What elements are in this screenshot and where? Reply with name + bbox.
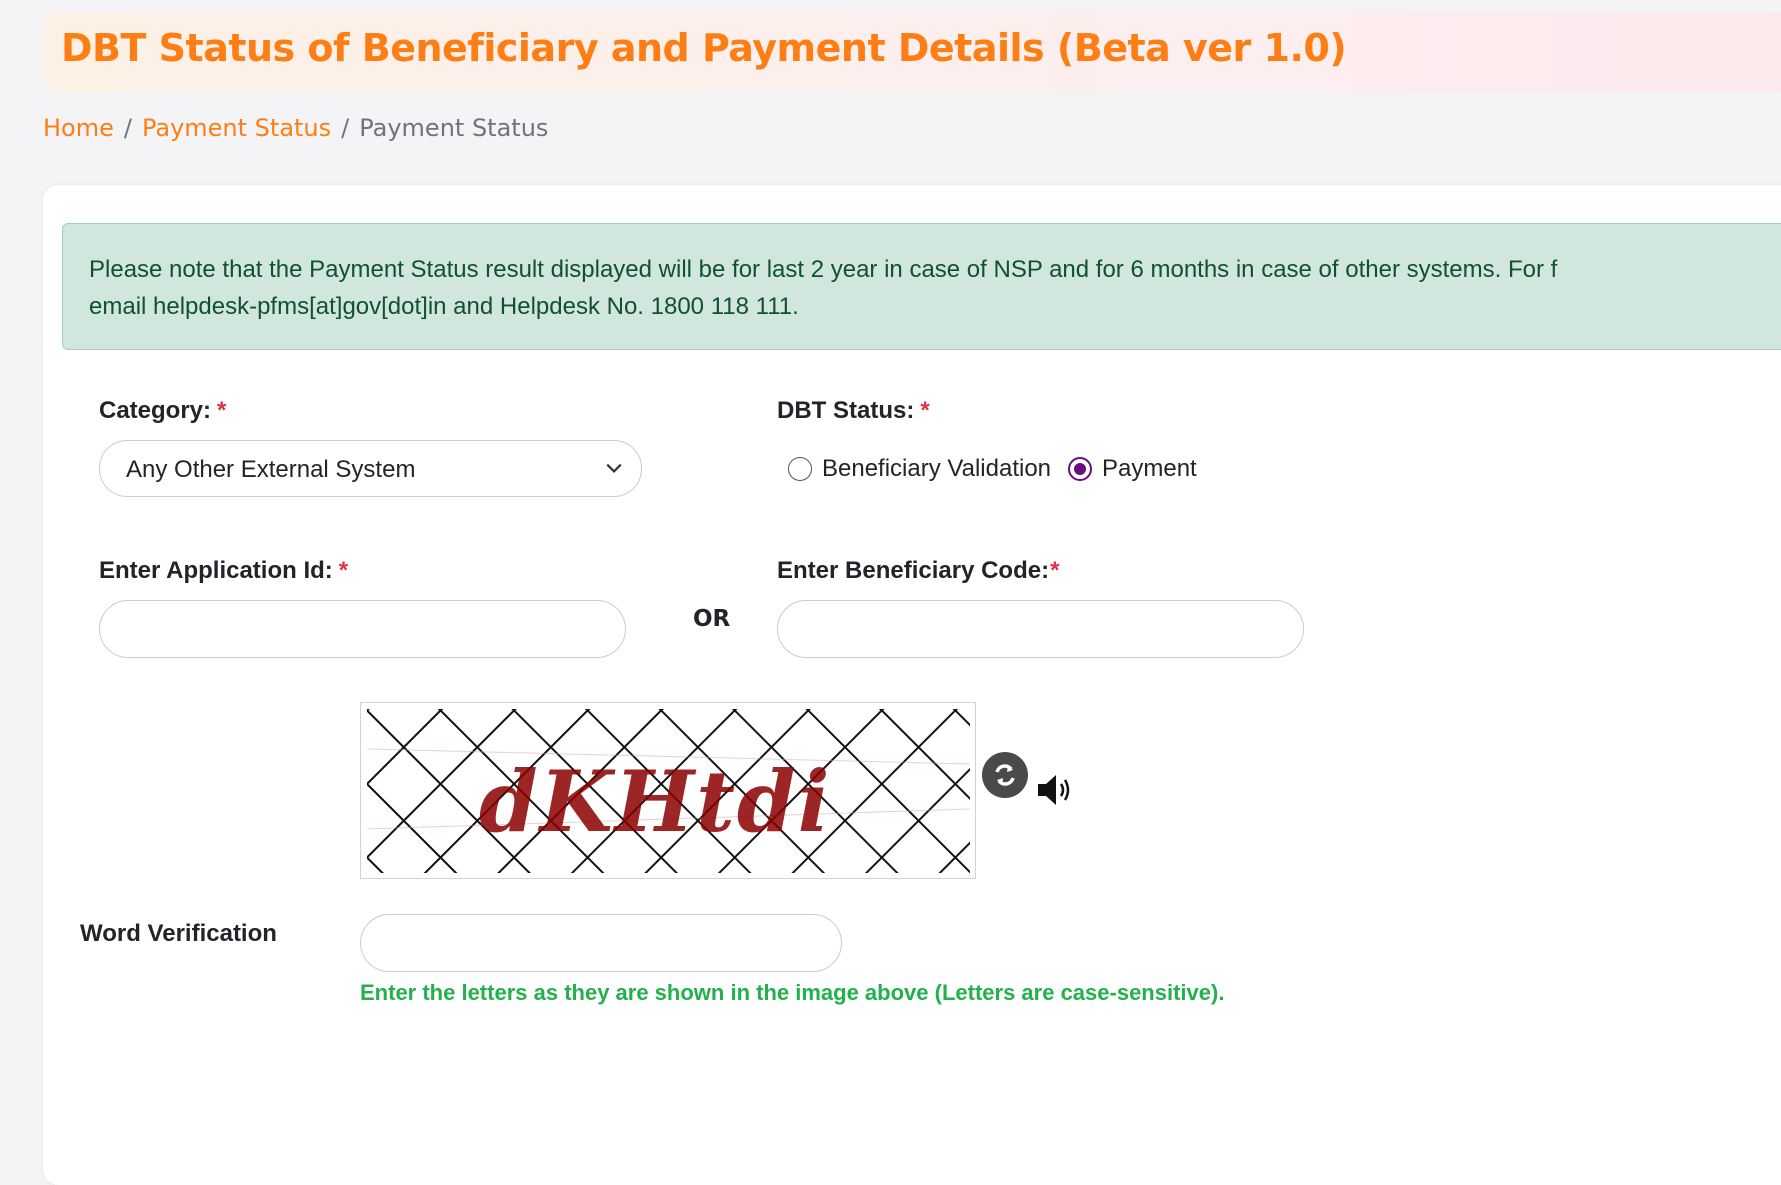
breadcrumb-separator: /	[123, 114, 132, 142]
radio-label: Payment	[1102, 455, 1197, 482]
required-mark: *	[217, 397, 227, 424]
required-mark: *	[920, 397, 930, 424]
radio-label: Beneficiary Validation	[822, 455, 1052, 482]
category-label: Category: *	[99, 397, 226, 425]
breadcrumb-separator: /	[341, 114, 350, 142]
beneficiary-code-input[interactable]	[777, 600, 1304, 658]
application-id-label-text: Enter Application Id:	[99, 557, 333, 584]
speaker-icon[interactable]	[1036, 772, 1076, 813]
category-label-text: Category:	[99, 397, 212, 424]
refresh-arrows-graphic	[995, 764, 1015, 786]
page-header: DBT Status of Beneficiary and Payment De…	[43, 12, 1781, 92]
chevron-down-icon	[606, 463, 622, 473]
notice-line-2: email helpdesk-pfms[at]gov[dot]in and He…	[89, 293, 799, 320]
refresh-icon[interactable]	[982, 752, 1028, 798]
radio-button[interactable]	[788, 457, 812, 481]
application-id-input[interactable]	[99, 600, 626, 658]
captcha-text: dKHtdi	[479, 752, 832, 851]
beneficiary-code-label-text: Enter Beneficiary Code:	[777, 557, 1050, 584]
required-mark: *	[338, 557, 349, 584]
captcha-graphic: dKHtdi	[367, 709, 970, 873]
breadcrumb-payment-status-link[interactable]: Payment Status	[142, 114, 331, 142]
captcha-hint: Enter the letters as they are shown in t…	[360, 980, 1225, 1005]
word-verification-input[interactable]	[360, 914, 842, 972]
beneficiary-code-label: Enter Beneficiary Code:*	[777, 557, 1059, 585]
radio-button[interactable]	[1068, 457, 1092, 481]
required-mark: *	[1050, 557, 1060, 584]
notice-alert: Please note that the Payment Status resu…	[62, 223, 1781, 350]
dbt-status-label: DBT Status: *	[777, 397, 930, 425]
notice-text: Please note that the Payment Status resu…	[89, 251, 1557, 325]
breadcrumb-current: Payment Status	[359, 114, 549, 142]
or-separator: OR	[693, 606, 731, 632]
speaker-graphic	[1038, 775, 1070, 805]
word-verification-label: Word Verification	[80, 920, 277, 947]
page-title: DBT Status of Beneficiary and Payment De…	[61, 26, 1347, 70]
dbt-status-label-text: DBT Status:	[777, 397, 915, 424]
captcha-image: dKHtdi	[360, 702, 976, 879]
category-select[interactable]: Any Other External System	[99, 440, 642, 497]
breadcrumb: Home / Payment Status / Payment Status	[43, 114, 548, 142]
breadcrumb-home-link[interactable]: Home	[43, 114, 114, 142]
notice-line-1: Please note that the Payment Status resu…	[89, 256, 1558, 283]
application-id-label: Enter Application Id: *	[99, 557, 348, 585]
category-selected-value: Any Other External System	[126, 456, 416, 483]
